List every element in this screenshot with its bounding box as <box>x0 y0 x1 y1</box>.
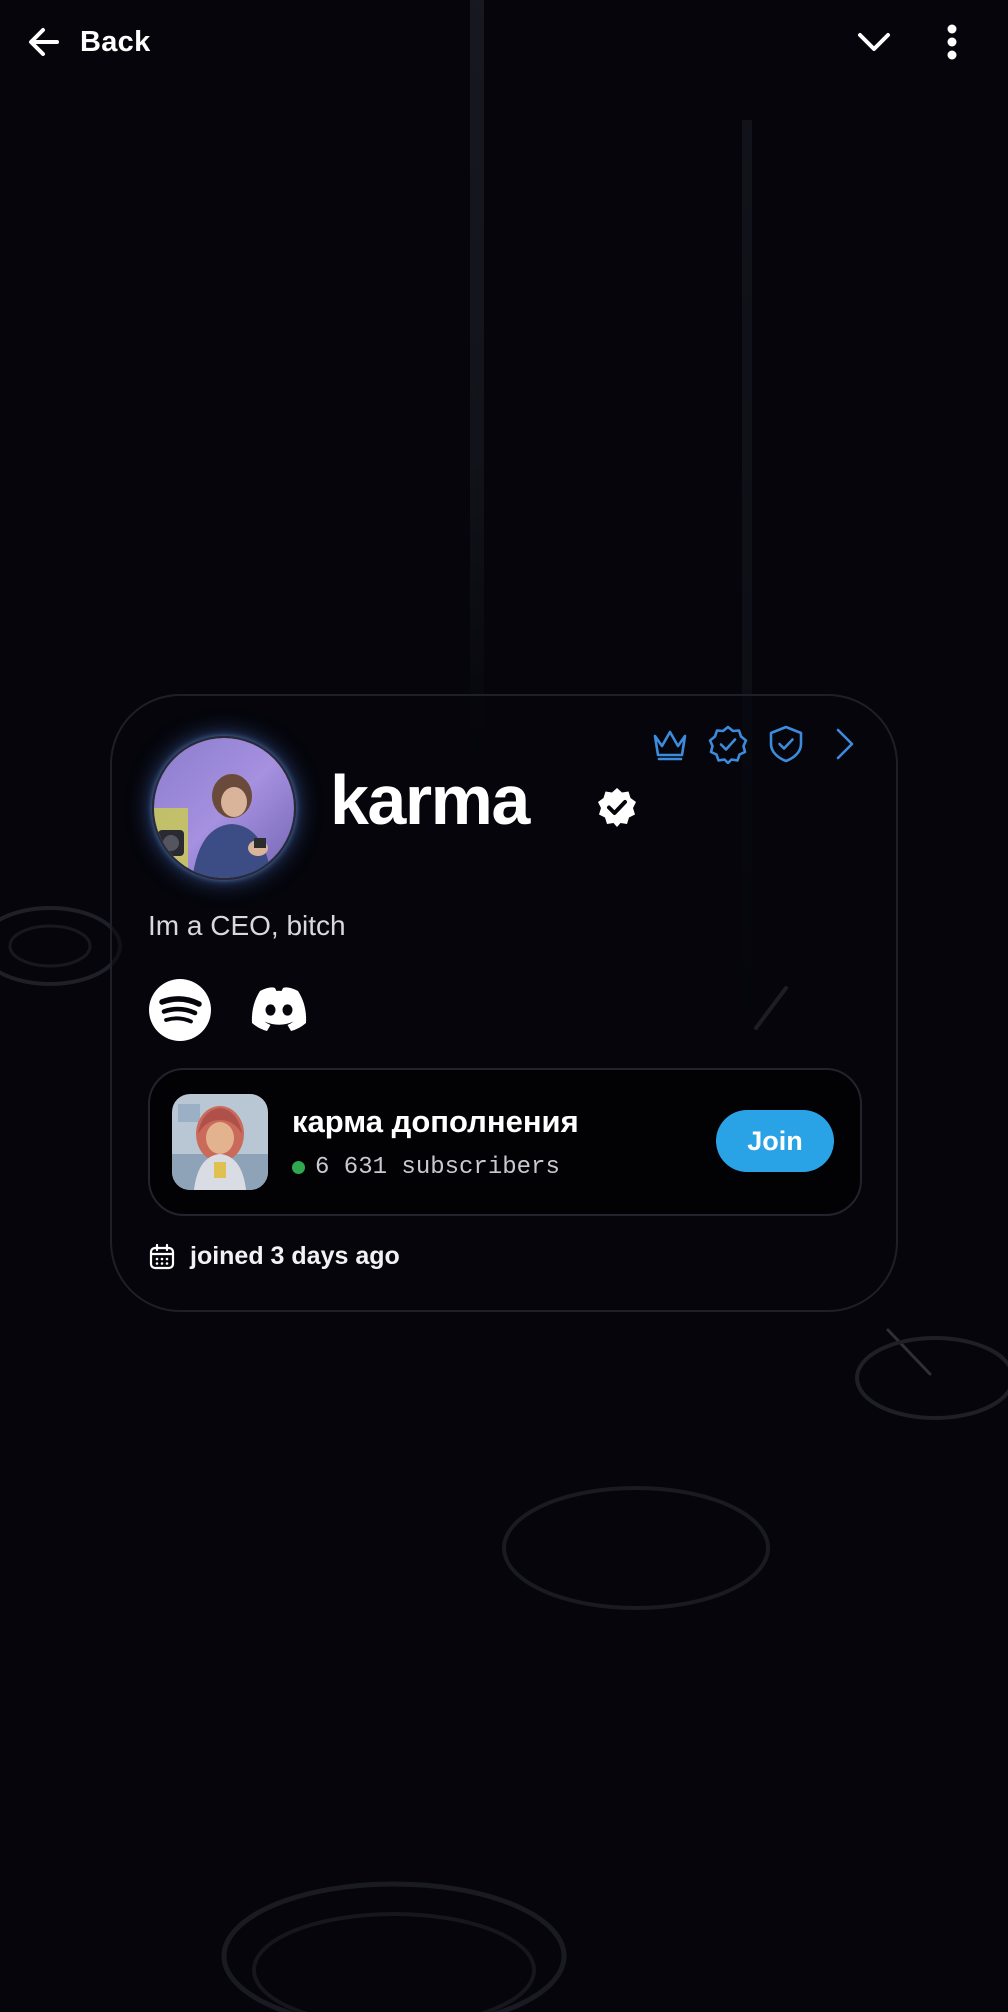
subscribers-count: 6 631 subscribers <box>315 1154 560 1181</box>
verified-badge-icon[interactable] <box>708 724 748 764</box>
online-indicator <box>292 1161 305 1174</box>
arrow-left-icon <box>29 28 59 56</box>
spotify-icon <box>149 979 211 1041</box>
profile-card: karma Im a CEO, bitch карма дополнения 6… <box>110 694 898 1312</box>
badges-row <box>650 724 864 764</box>
avatar-image <box>154 738 294 878</box>
shield-check-icon[interactable] <box>766 724 806 764</box>
username: karma <box>330 761 530 839</box>
verified-icon <box>598 788 636 827</box>
more-vertical-icon <box>947 24 957 60</box>
spotify-button[interactable] <box>148 978 212 1042</box>
join-button[interactable]: Join <box>716 1110 834 1172</box>
group-thumbnail <box>172 1094 268 1190</box>
chevron-down-icon <box>858 33 890 51</box>
group-name: карма дополнения <box>292 1104 579 1139</box>
back-label: Back <box>80 25 151 58</box>
group-subscribers: 6 631 subscribers <box>292 1154 560 1181</box>
top-bar: Back <box>0 0 1008 84</box>
discord-button[interactable] <box>246 978 310 1042</box>
more-options-button[interactable] <box>928 18 976 66</box>
collapse-button[interactable] <box>850 18 898 66</box>
chevron-right-icon[interactable] <box>824 724 864 764</box>
avatar[interactable] <box>152 736 296 880</box>
joined-text: joined 3 days ago <box>190 1242 400 1270</box>
group-card[interactable]: карма дополнения 6 631 subscribers Join <box>148 1068 862 1216</box>
discord-icon <box>251 987 307 1031</box>
joined-info: joined 3 days ago <box>148 1242 400 1271</box>
back-button[interactable]: Back <box>26 18 151 66</box>
bio-text: Im a CEO, bitch <box>148 910 346 941</box>
calendar-icon <box>149 1243 175 1269</box>
crown-icon[interactable] <box>650 724 690 764</box>
